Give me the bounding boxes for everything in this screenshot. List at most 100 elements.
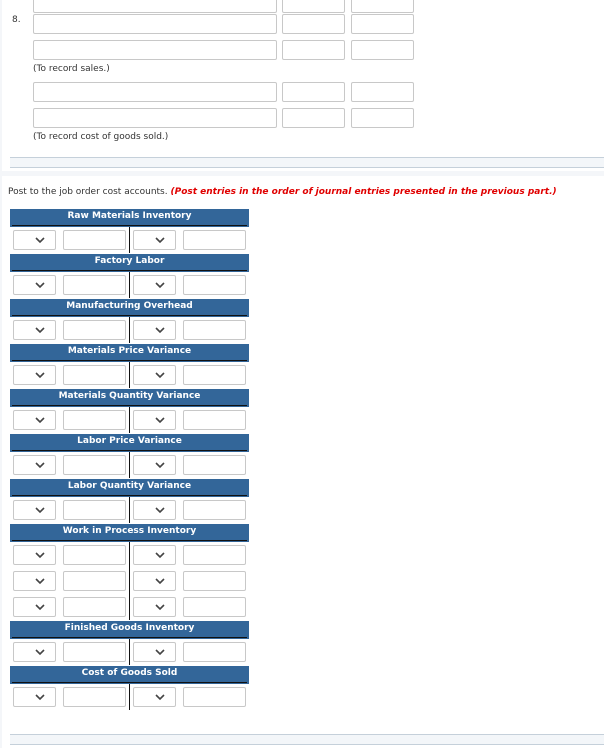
credit-amount-input[interactable] xyxy=(183,687,246,707)
credit-amount-input[interactable] xyxy=(183,571,246,591)
credit-account-select[interactable] xyxy=(133,455,176,475)
entry-explanation-sales: (To record sales.) xyxy=(33,64,110,74)
instruction-emphasis: (Post entries in the order of journal en… xyxy=(170,187,557,197)
debit-input[interactable] xyxy=(282,40,345,60)
debit-amount-input[interactable] xyxy=(63,230,126,250)
debit-amount-input[interactable] xyxy=(63,365,126,385)
credit-amount-input[interactable] xyxy=(183,230,246,250)
credit-input[interactable] xyxy=(351,0,414,13)
credit-account-select[interactable] xyxy=(133,500,176,520)
credit-account-select[interactable] xyxy=(133,597,176,617)
debit-amount-input[interactable] xyxy=(63,410,126,430)
debit-amount-input[interactable] xyxy=(63,500,126,520)
credit-account-select[interactable] xyxy=(133,230,176,250)
debit-account-select[interactable] xyxy=(13,275,56,295)
credit-account-select[interactable] xyxy=(133,410,176,430)
instruction-text: Post to the job order cost accounts. xyxy=(8,187,168,197)
t-account: Manufacturing Overhead xyxy=(10,299,249,343)
t-account-title: Cost of Goods Sold xyxy=(81,668,178,678)
debit-account-select[interactable] xyxy=(13,455,56,475)
t-account-title: Manufacturing Overhead xyxy=(66,301,193,311)
t-account-underline xyxy=(12,270,247,271)
t-account-title: Materials Quantity Variance xyxy=(58,391,201,401)
account-title-input[interactable] xyxy=(33,40,277,60)
t-account-divider xyxy=(129,407,130,433)
debit-account-select[interactable] xyxy=(13,320,56,340)
credit-amount-input[interactable] xyxy=(183,597,246,617)
debit-account-select[interactable] xyxy=(13,545,56,565)
credit-amount-input[interactable] xyxy=(183,500,246,520)
t-account-title: Materials Price Variance xyxy=(67,346,192,356)
t-account-divider xyxy=(129,272,130,298)
debit-account-select[interactable] xyxy=(13,571,56,591)
debit-amount-input[interactable] xyxy=(63,597,126,617)
account-title-input[interactable] xyxy=(33,82,277,102)
t-account: Labor Quantity Variance xyxy=(10,479,249,523)
t-account-header: Cost of Goods Sold xyxy=(10,666,249,684)
debit-amount-input[interactable] xyxy=(63,275,126,295)
t-account: Materials Price Variance xyxy=(10,344,249,388)
t-account-divider xyxy=(129,317,130,343)
t-account-divider xyxy=(129,684,130,710)
account-title-input[interactable] xyxy=(33,108,277,128)
t-account-title: Raw Materials Inventory xyxy=(67,211,192,221)
credit-amount-input[interactable] xyxy=(183,455,246,475)
credit-amount-input[interactable] xyxy=(183,365,246,385)
debit-amount-input[interactable] xyxy=(63,320,126,340)
credit-input[interactable] xyxy=(351,82,414,102)
credit-amount-input[interactable] xyxy=(183,320,246,340)
debit-account-select[interactable] xyxy=(13,230,56,250)
debit-account-select[interactable] xyxy=(13,500,56,520)
debit-input[interactable] xyxy=(282,14,345,34)
debit-amount-input[interactable] xyxy=(63,642,126,662)
debit-input[interactable] xyxy=(282,0,345,13)
debit-amount-input[interactable] xyxy=(63,455,126,475)
credit-input[interactable] xyxy=(351,108,414,128)
debit-amount-input[interactable] xyxy=(63,571,126,591)
credit-account-select[interactable] xyxy=(133,275,176,295)
t-account: Finished Goods Inventory xyxy=(10,621,249,665)
t-account-header: Labor Price Variance xyxy=(10,434,249,452)
debit-account-select[interactable] xyxy=(13,410,56,430)
t-account-title: Factory Labor xyxy=(94,256,165,266)
t-account-header: Labor Quantity Variance xyxy=(10,479,249,497)
debit-input[interactable] xyxy=(282,82,345,102)
journal-entry-panel: 8. (To record sales.) (To record cost of… xyxy=(2,0,604,171)
credit-input[interactable] xyxy=(351,14,414,34)
t-account: Materials Quantity Variance xyxy=(10,389,249,433)
credit-account-select[interactable] xyxy=(133,642,176,662)
t-account: Work in Process Inventory xyxy=(10,524,249,620)
credit-amount-input[interactable] xyxy=(183,410,246,430)
debit-account-select[interactable] xyxy=(13,687,56,707)
debit-amount-input[interactable] xyxy=(63,545,126,565)
credit-amount-input[interactable] xyxy=(183,642,246,662)
credit-account-select[interactable] xyxy=(133,365,176,385)
credit-account-select[interactable] xyxy=(133,320,176,340)
credit-account-select[interactable] xyxy=(133,545,176,565)
credit-input[interactable] xyxy=(351,40,414,60)
debit-amount-input[interactable] xyxy=(63,687,126,707)
t-account-title: Work in Process Inventory xyxy=(62,526,197,536)
t-account-header: Factory Labor xyxy=(10,254,249,272)
entry-explanation-cogs: (To record cost of goods sold.) xyxy=(33,132,169,142)
credit-account-select[interactable] xyxy=(133,571,176,591)
credit-amount-input[interactable] xyxy=(183,545,246,565)
account-title-input[interactable] xyxy=(33,14,277,34)
t-account-header: Raw Materials Inventory xyxy=(10,209,249,227)
t-account-divider xyxy=(129,362,130,388)
t-account-divider xyxy=(129,227,130,253)
t-account-title: Labor Quantity Variance xyxy=(67,481,192,491)
credit-amount-input[interactable] xyxy=(183,275,246,295)
account-title-input[interactable] xyxy=(33,0,277,13)
debit-account-select[interactable] xyxy=(13,365,56,385)
t-account-underline xyxy=(12,315,247,316)
debit-account-select[interactable] xyxy=(13,597,56,617)
t-account-divider xyxy=(129,452,130,478)
t-account: Labor Price Variance xyxy=(10,434,249,478)
credit-account-select[interactable] xyxy=(133,687,176,707)
t-account-title: Labor Price Variance xyxy=(77,436,182,446)
debit-account-select[interactable] xyxy=(13,642,56,662)
t-account-divider xyxy=(129,542,130,620)
debit-input[interactable] xyxy=(282,108,345,128)
t-account-header: Manufacturing Overhead xyxy=(10,299,249,317)
